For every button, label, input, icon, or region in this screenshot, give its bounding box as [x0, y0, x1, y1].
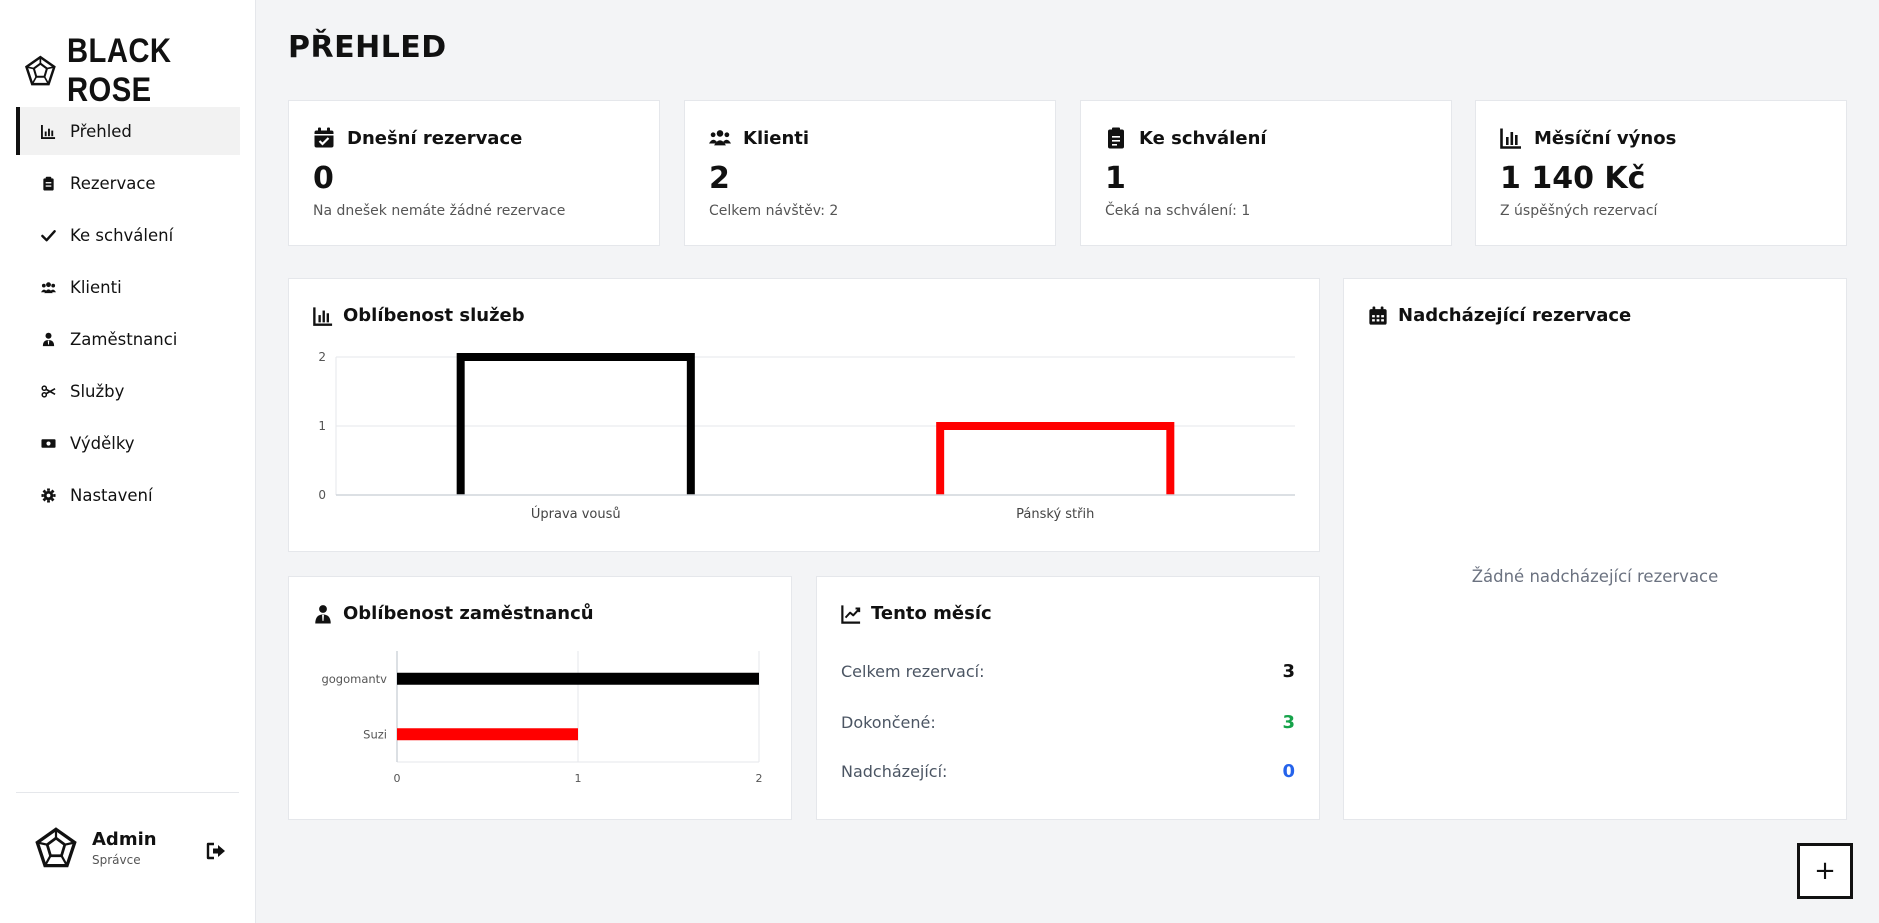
sidebar-item-label: Výdělky [70, 433, 135, 453]
x-tick-label: Pánský střih [1016, 507, 1094, 522]
bar [397, 672, 759, 685]
rose-logo-icon [25, 55, 56, 86]
scissors-icon [40, 383, 56, 399]
calendar-check-icon [314, 127, 334, 148]
stat-subtitle: Celkem návštěv: 2 [709, 203, 839, 219]
month-row-label: Nadcházející: [841, 761, 948, 781]
avatar [35, 827, 77, 868]
sidebar-item-label: Služby [70, 381, 125, 401]
sidebar-nav: Přehled Rezervace Ke schválení Klienti Z… [16, 107, 240, 523]
month-row-total: Celkem rezervací: 3 [841, 659, 1295, 683]
user-tie-icon [40, 331, 56, 347]
brand-name: BLACK ROSE [66, 32, 172, 109]
month-row-value: 3 [1282, 711, 1295, 733]
stat-subtitle: Na dnešek nemáte žádné rezervace [313, 203, 566, 219]
x-tick-label: 1 [575, 772, 582, 785]
y-tick-label: gogomantv [321, 672, 387, 686]
sidebar-item-prehled[interactable]: Přehled [16, 107, 240, 155]
stat-value: 2 [709, 161, 730, 196]
y-tick-label: 0 [318, 488, 326, 502]
stat-card-revenue: Měsíční výnos 1 140 Kč Z úspěšných rezer… [1475, 100, 1847, 246]
sidebar-item-label: Klienti [70, 277, 122, 297]
chart-line-icon [841, 604, 861, 624]
x-tick-label: Úprava vousů [531, 506, 621, 522]
sidebar-item-zamestnanci[interactable]: Zaměstnanci [16, 315, 240, 363]
month-row-label: Dokončené: [841, 712, 936, 732]
y-tick-label: 2 [318, 350, 326, 364]
sidebar-item-label: Nastavení [70, 485, 153, 505]
stat-value: 1 140 Kč [1500, 161, 1646, 196]
stat-title: Měsíční výnos [1534, 127, 1677, 149]
check-icon [40, 227, 56, 243]
card-title: Oblíbenost zaměstnanců [343, 603, 594, 624]
month-row-value: 3 [1282, 660, 1295, 682]
sidebar-item-klienti[interactable]: Klienti [16, 263, 240, 311]
chart-bar-icon [313, 306, 333, 326]
page-title: PŘEHLED [288, 30, 447, 65]
services-popularity-card: Oblíbenost služeb 0 1 2 Úprava vousů Pánský … [288, 278, 1320, 552]
sidebar: BLACK ROSE Přehled Rezervace Ke schválen… [0, 0, 256, 923]
user-profile: Admin Správce [34, 826, 157, 870]
x-tick-label: 2 [756, 772, 763, 785]
card-title: Tento měsíc [871, 603, 992, 624]
sidebar-item-label: Ke schválení [70, 225, 174, 245]
sidebar-item-label: Přehled [70, 121, 132, 141]
month-row-label: Celkem rezervací: [841, 661, 985, 681]
services-bar-chart: 0 1 2 Úprava vousů Pánský střih [318, 350, 1295, 522]
sidebar-item-label: Zaměstnanci [70, 329, 178, 349]
month-row-upcoming: Nadcházející: 0 [841, 759, 1295, 783]
month-row-completed: Dokončené: 3 [841, 710, 1295, 734]
gear-icon [40, 487, 56, 503]
bar [397, 728, 578, 741]
sidebar-item-vydelky[interactable]: Výdělky [16, 419, 240, 467]
stat-card-today: Dnešní rezervace 0 Na dnešek nemáte žádn… [288, 100, 660, 246]
stat-title: Dnešní rezervace [347, 127, 523, 149]
user-name: Admin [92, 829, 157, 850]
users-icon [709, 130, 731, 146]
stat-title: Klienti [743, 127, 810, 149]
sidebar-item-label: Rezervace [70, 173, 156, 193]
calendar-icon [1369, 305, 1387, 325]
stat-value: 1 [1105, 161, 1126, 196]
stat-card-pending: Ke schválení 1 Čeká na schválení: 1 [1080, 100, 1452, 246]
chart-bar-icon [40, 123, 56, 139]
brand-logo[interactable]: BLACK ROSE [24, 32, 255, 110]
this-month-card: Tento měsíc Celkem rezervací: 3 Dokončen… [816, 576, 1320, 820]
y-tick-label: 1 [318, 419, 326, 433]
stat-subtitle: Čeká na schválení: 1 [1105, 203, 1251, 219]
bar [936, 422, 1175, 495]
empty-state-text: Žádné nadcházející rezervace [1471, 567, 1719, 586]
stat-subtitle: Z úspěšných rezervací [1500, 203, 1658, 219]
clipboard-icon [40, 175, 56, 191]
money-icon [40, 435, 56, 451]
sidebar-divider [16, 792, 239, 793]
employees-bar-chart: 0 1 2 gogomantv Suzi [321, 651, 763, 785]
upcoming-reservations-card: Nadcházející rezervace Žádné nadcházejíc… [1343, 278, 1847, 820]
add-button[interactable]: + [1797, 843, 1853, 899]
users-icon [40, 279, 56, 295]
card-title: Oblíbenost služeb [343, 305, 525, 326]
user-role: Správce [92, 853, 141, 867]
employees-popularity-card: Oblíbenost zaměstnanců 0 1 2 gogomantv Suzi [288, 576, 792, 820]
sidebar-item-sluzby[interactable]: Služby [16, 367, 240, 415]
sidebar-item-rezervace[interactable]: Rezervace [16, 159, 240, 207]
y-tick-label: Suzi [363, 727, 387, 741]
logout-icon[interactable] [205, 840, 227, 862]
sidebar-item-ke-schvaleni[interactable]: Ke schválení [16, 211, 240, 259]
stat-card-clients: Klienti 2 Celkem návštěv: 2 [684, 100, 1056, 246]
card-title: Nadcházející rezervace [1398, 305, 1632, 326]
month-row-value: 0 [1282, 760, 1295, 782]
x-tick-label: 0 [394, 772, 401, 785]
clipboard-icon [1108, 127, 1124, 149]
sidebar-item-nastaveni[interactable]: Nastavení [16, 471, 240, 519]
user-tie-icon [315, 604, 331, 624]
chart-bar-icon [1500, 128, 1521, 149]
stat-title: Ke schválení [1139, 127, 1267, 149]
stat-value: 0 [313, 161, 334, 196]
